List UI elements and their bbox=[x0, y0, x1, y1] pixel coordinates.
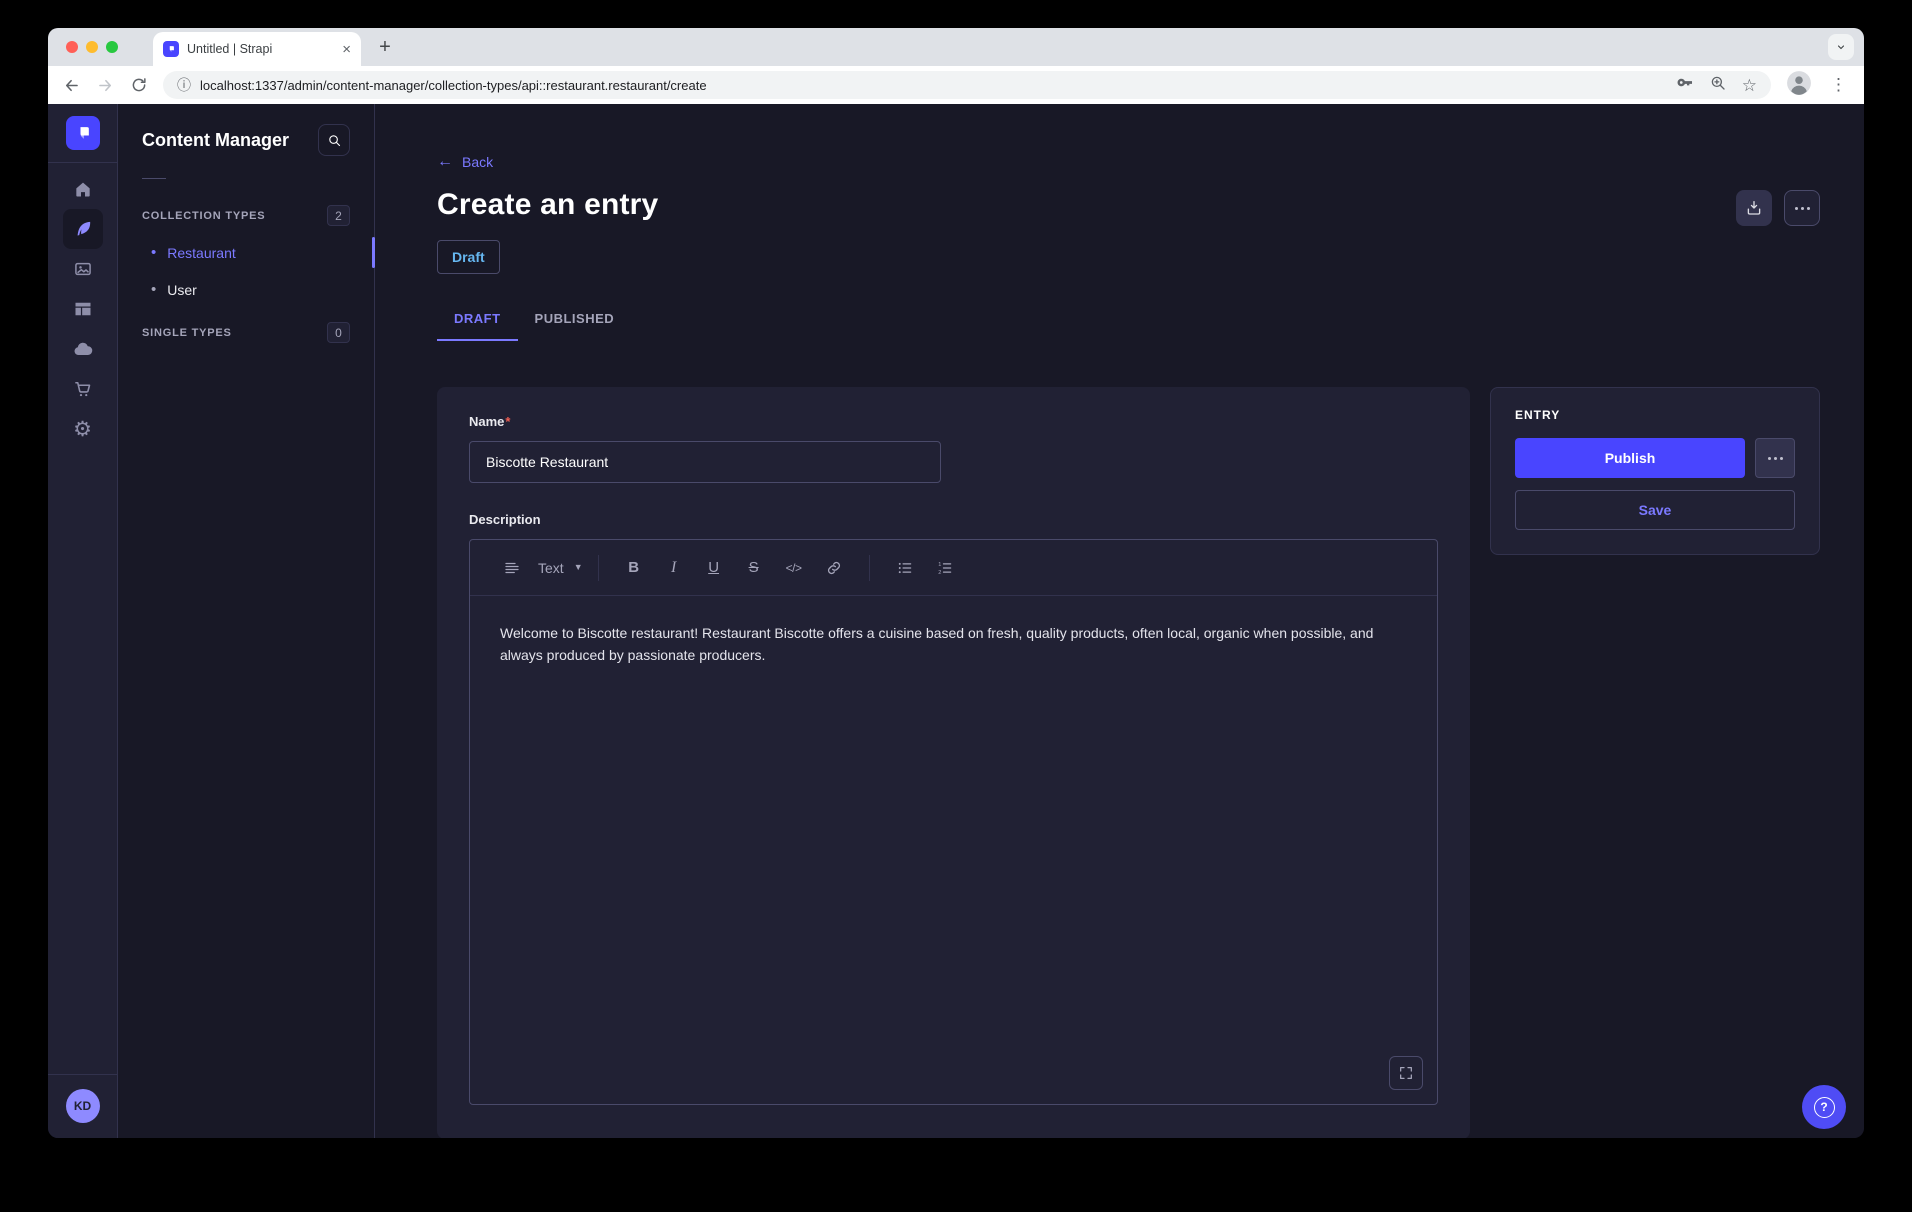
underline-button[interactable]: U bbox=[697, 551, 731, 585]
link-button[interactable] bbox=[817, 551, 851, 585]
password-key-icon[interactable] bbox=[1675, 73, 1694, 97]
nav-content-type-builder-icon[interactable] bbox=[63, 289, 103, 329]
tab-search-chevron-icon[interactable] bbox=[1828, 34, 1854, 60]
sidebar-item-label: Restaurant bbox=[167, 245, 235, 261]
bookmark-star-icon[interactable]: ☆ bbox=[1742, 77, 1757, 94]
reload-icon[interactable] bbox=[130, 76, 148, 94]
search-button[interactable] bbox=[318, 124, 350, 156]
strapi-logo[interactable] bbox=[66, 116, 100, 150]
new-tab-button[interactable]: + bbox=[373, 36, 397, 59]
sidebar-item-restaurant[interactable]: • Restaurant bbox=[142, 234, 350, 271]
strapi-app: ⚙ KD Content Manager COLLECTION TYPES 2 … bbox=[48, 104, 1864, 1138]
window-controls bbox=[66, 41, 118, 53]
collection-types-label: COLLECTION TYPES bbox=[142, 210, 265, 222]
nav-home-icon[interactable] bbox=[63, 169, 103, 209]
export-download-button[interactable] bbox=[1736, 190, 1772, 226]
zoom-in-icon[interactable] bbox=[1709, 74, 1727, 97]
browser-tab[interactable]: Untitled | Strapi × bbox=[153, 32, 361, 66]
strikethrough-button[interactable]: S bbox=[737, 551, 771, 585]
sidebar-item-user[interactable]: • User bbox=[142, 271, 350, 308]
name-input[interactable] bbox=[469, 441, 941, 483]
status-badge: Draft bbox=[437, 240, 500, 274]
description-editor: Text ▼ B I U S </> bbox=[469, 539, 1438, 1105]
expand-editor-button[interactable] bbox=[1389, 1056, 1423, 1090]
back-label: Back bbox=[462, 154, 493, 170]
nav-divider bbox=[48, 162, 117, 163]
content-manager-subnav: Content Manager COLLECTION TYPES 2 • Res… bbox=[118, 104, 375, 1138]
header-more-button[interactable] bbox=[1784, 190, 1820, 226]
nav-cloud-icon[interactable] bbox=[63, 329, 103, 369]
bullet-icon: • bbox=[151, 282, 156, 297]
nav-media-library-icon[interactable] bbox=[63, 249, 103, 289]
forward-nav-icon[interactable] bbox=[96, 76, 115, 95]
save-button[interactable]: Save bbox=[1515, 490, 1795, 530]
help-button[interactable]: ? bbox=[1802, 1085, 1846, 1129]
tab-draft[interactable]: DRAFT bbox=[437, 298, 518, 341]
zoom-window-button[interactable] bbox=[106, 41, 118, 53]
more-dots-icon bbox=[1795, 207, 1810, 210]
nav-settings-gear-icon[interactable]: ⚙ bbox=[63, 409, 103, 449]
block-type-select[interactable]: Text ▼ bbox=[538, 560, 583, 576]
toolbar-divider bbox=[869, 555, 870, 581]
svg-text:1: 1 bbox=[938, 561, 941, 567]
italic-button[interactable]: I bbox=[657, 551, 691, 585]
back-nav-icon[interactable] bbox=[62, 76, 81, 95]
subnav-divider bbox=[142, 178, 166, 179]
entry-side-panel: ENTRY Publish Save bbox=[1490, 387, 1820, 555]
editor-content-area[interactable]: Welcome to Biscotte restaurant! Restaura… bbox=[470, 596, 1437, 1104]
code-button[interactable]: </> bbox=[777, 551, 811, 585]
address-bar[interactable]: ⓘ localhost:1337/admin/content-manager/c… bbox=[163, 71, 1771, 99]
chevron-down-icon: ▼ bbox=[574, 563, 583, 572]
subnav-title: Content Manager bbox=[142, 130, 289, 151]
editor-text: Welcome to Biscotte restaurant! Restaura… bbox=[500, 622, 1407, 666]
question-mark-icon: ? bbox=[1814, 1097, 1835, 1118]
page-title: Create an entry bbox=[437, 188, 658, 222]
bullet-list-button[interactable] bbox=[888, 551, 922, 585]
nav-content-manager-icon[interactable] bbox=[63, 209, 103, 249]
collection-types-count-badge: 2 bbox=[327, 205, 350, 226]
user-avatar[interactable]: KD bbox=[66, 1089, 100, 1123]
paragraph-styles-icon[interactable] bbox=[495, 551, 529, 585]
bullet-icon: • bbox=[151, 245, 156, 260]
browser-menu-kebab-icon[interactable]: ⋮ bbox=[1827, 75, 1850, 95]
browser-toolbar: ⓘ localhost:1337/admin/content-manager/c… bbox=[48, 66, 1864, 104]
entry-form-panel: Name* Description Text ▼ bbox=[437, 387, 1470, 1138]
entry-panel-title: ENTRY bbox=[1515, 408, 1795, 422]
single-types-label: SINGLE TYPES bbox=[142, 327, 232, 339]
bold-button[interactable]: B bbox=[617, 551, 651, 585]
entry-more-button[interactable] bbox=[1755, 438, 1795, 478]
publish-button[interactable]: Publish bbox=[1515, 438, 1745, 478]
version-tabs: DRAFT PUBLISHED bbox=[437, 298, 1820, 341]
tab-published[interactable]: PUBLISHED bbox=[518, 298, 632, 341]
main-nav-rail: ⚙ KD bbox=[48, 104, 118, 1138]
site-info-icon[interactable]: ⓘ bbox=[177, 75, 191, 95]
sidebar-item-label: User bbox=[167, 282, 197, 298]
tab-close-icon[interactable]: × bbox=[342, 42, 351, 57]
more-dots-icon bbox=[1768, 457, 1783, 460]
profile-avatar-icon[interactable] bbox=[1786, 70, 1812, 101]
block-type-value: Text bbox=[538, 560, 564, 576]
ordered-list-button[interactable]: 12 bbox=[928, 551, 962, 585]
svg-text:2: 2 bbox=[938, 570, 941, 576]
back-arrow-icon: ← bbox=[437, 154, 453, 170]
name-field-label: Name* bbox=[469, 414, 510, 429]
minimize-window-button[interactable] bbox=[86, 41, 98, 53]
toolbar-divider bbox=[598, 555, 599, 581]
main-content: ← Back Create an entry Draft DRAFT PUBLI… bbox=[375, 104, 1864, 1138]
single-types-count-badge: 0 bbox=[327, 322, 350, 343]
url-text: localhost:1337/admin/content-manager/col… bbox=[200, 78, 707, 93]
close-window-button[interactable] bbox=[66, 41, 78, 53]
required-asterisk: * bbox=[505, 414, 510, 429]
nav-marketplace-cart-icon[interactable] bbox=[63, 369, 103, 409]
back-link[interactable]: ← Back bbox=[437, 154, 493, 170]
tab-title: Untitled | Strapi bbox=[187, 42, 334, 56]
browser-tab-strip: Untitled | Strapi × + bbox=[48, 28, 1864, 66]
description-field-label: Description bbox=[469, 512, 541, 527]
editor-toolbar: Text ▼ B I U S </> bbox=[470, 540, 1437, 596]
strapi-favicon-icon bbox=[163, 41, 179, 57]
browser-window: Untitled | Strapi × + ⓘ localhost:1337/a… bbox=[48, 28, 1864, 1138]
nav-footer-divider bbox=[48, 1074, 117, 1075]
